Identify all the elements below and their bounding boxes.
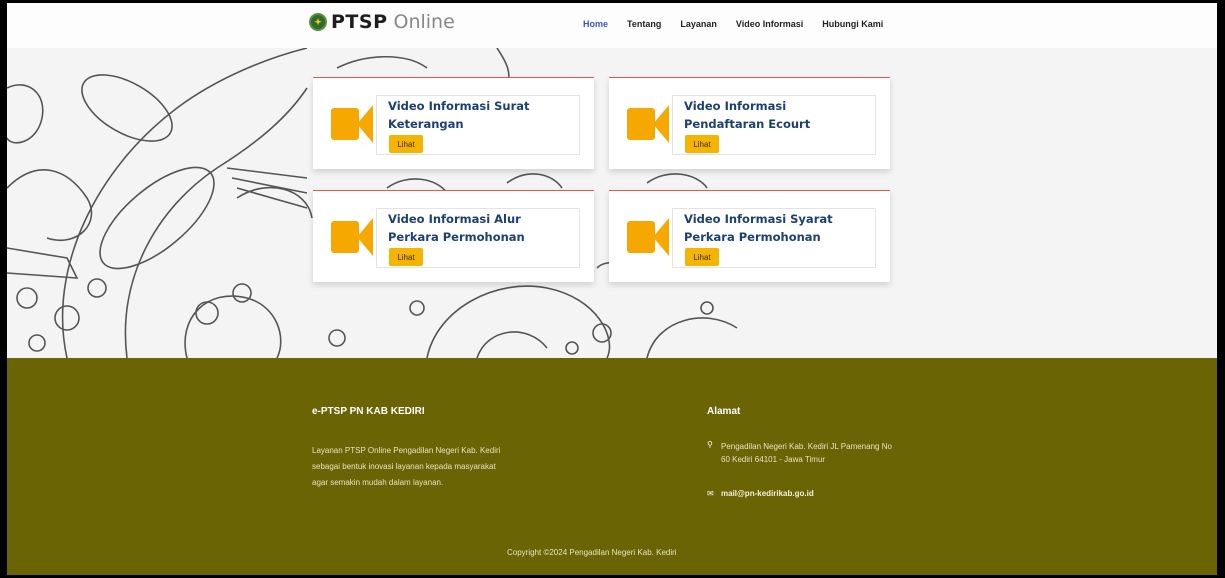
lihat-button[interactable]: Lihat xyxy=(685,248,719,266)
main-nav: Home Tentang Layanan Video Informasi Hub… xyxy=(583,19,902,29)
envelope-icon: ✉ xyxy=(707,489,714,498)
video-card-pendaftaran-ecourt: Video Informasi Pendaftaran Ecourt Lihat xyxy=(609,77,890,169)
footer-address: ⚲ Pengadilan Negeri Kab. Kediri JL Pamen… xyxy=(707,440,896,466)
card-content: Video Informasi Pendaftaran Ecourt Lihat xyxy=(672,95,876,155)
footer-email[interactable]: ✉ mail@pn-kedirikab.go.id xyxy=(707,489,814,498)
nav-hubungi-kami[interactable]: Hubungi Kami xyxy=(822,19,883,29)
footer-about-text: Layanan PTSP Online Pengadilan Negeri Ka… xyxy=(312,446,501,487)
lihat-button[interactable]: Lihat xyxy=(389,135,423,153)
video-camera-icon xyxy=(627,218,669,256)
footer-about-title: e-PTSP PN KAB KEDIRI xyxy=(312,406,425,417)
card-content: Video Informasi Syarat Perkara Permohona… xyxy=(672,208,876,268)
lihat-button[interactable]: Lihat xyxy=(685,135,719,153)
top-navbar: ✦ PTSP Online Home Tentang Layanan Video… xyxy=(7,3,1217,48)
lihat-button[interactable]: Lihat xyxy=(389,248,423,266)
nav-home[interactable]: Home xyxy=(583,19,608,29)
video-card-syarat-perkara: Video Informasi Syarat Perkara Permohona… xyxy=(609,190,890,282)
card-content: Video Informasi Surat Keterangan Lihat xyxy=(376,95,580,155)
court-emblem-icon: ✦ xyxy=(309,13,327,31)
video-card-surat-keterangan: Video Informasi Surat Keterangan Lihat xyxy=(313,77,594,169)
page-frame: ✦ PTSP Online Home Tentang Layanan Video… xyxy=(7,3,1217,575)
footer-address-title: Alamat xyxy=(707,406,741,417)
card-content: Video Informasi Alur Perkara Permohonan … xyxy=(376,208,580,268)
brand-logo-link[interactable]: ✦ PTSP Online xyxy=(309,11,455,33)
copyright-text: Copyright ©2024 Pengadilan Negeri Kab. K… xyxy=(507,548,677,557)
brand-name: PTSP xyxy=(331,11,388,33)
video-camera-icon xyxy=(331,218,373,256)
email-link[interactable]: mail@pn-kedirikab.go.id xyxy=(721,489,814,498)
brand-suffix: Online xyxy=(393,11,455,33)
nav-layanan[interactable]: Layanan xyxy=(680,19,717,29)
card-title: Video Informasi Pendaftaran Ecourt xyxy=(684,99,811,131)
video-camera-icon xyxy=(331,105,373,143)
map-marker-icon: ⚲ xyxy=(707,440,713,449)
card-title: Video Informasi Alur Perkara Permohonan xyxy=(388,212,525,244)
nav-tentang[interactable]: Tentang xyxy=(627,19,661,29)
site-footer: e-PTSP PN KAB KEDIRI Layanan PTSP Online… xyxy=(7,358,1217,575)
video-camera-icon xyxy=(627,105,669,143)
video-card-alur-perkara: Video Informasi Alur Perkara Permohonan … xyxy=(313,190,594,282)
card-title: Video Informasi Surat Keterangan xyxy=(388,99,530,131)
nav-video-informasi[interactable]: Video Informasi xyxy=(736,19,803,29)
address-text: Pengadilan Negeri Kab. Kediri JL Pamenan… xyxy=(721,442,892,464)
card-title: Video Informasi Syarat Perkara Permohona… xyxy=(684,212,833,244)
